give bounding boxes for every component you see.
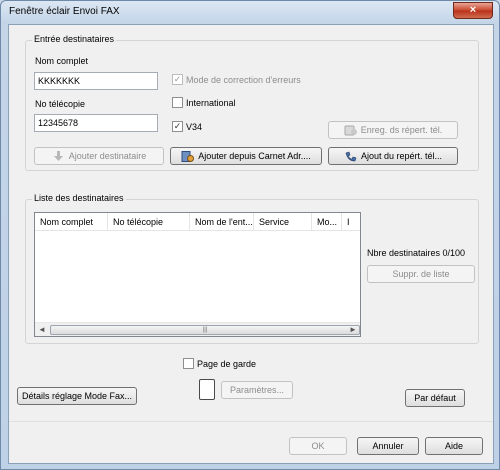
international-checkbox[interactable]: International [172,97,236,108]
ecm-label: Mode de correction d'erreurs [186,74,301,85]
close-icon: × [469,4,477,16]
window-title: Fenêtre éclair Envoi FAX [9,6,120,17]
dialog-body: Entrée destinataires Nom complet No télé… [8,24,494,464]
delete-from-list-button[interactable]: Suppr. de liste [367,265,475,283]
phonebook-icon [344,151,357,162]
international-label: International [186,97,236,108]
register-phonebook-button[interactable]: Enreg. ds répert. tél. [328,121,458,139]
name-input[interactable] [34,72,158,90]
default-button[interactable]: Par défaut [405,389,465,407]
add-destination-button[interactable]: Ajouter destinataire [34,147,164,165]
v34-check-icon: ✓ [172,121,183,132]
add-from-addressbook-button[interactable]: Ajouter depuis Carnet Adr.... [170,147,322,165]
column-international[interactable]: I [342,213,360,231]
address-book-icon [181,150,195,162]
fax-popup-window: Fenêtre éclair Envoi FAX × Entrée destin… [0,0,500,470]
cancel-button[interactable]: Annuler [357,437,419,455]
close-button[interactable]: × [453,2,493,19]
scroll-right-icon[interactable]: ► [346,323,360,337]
phonebook-save-icon [344,125,357,136]
ecm-checkbox[interactable]: ✓ Mode de correction d'erreurs [172,74,301,85]
fax-mode-details-button[interactable]: Détails réglage Mode Fax... [17,387,137,405]
name-label: Nom complet [35,56,89,66]
cover-settings-button[interactable]: Paramètres... [221,381,293,399]
v34-label: V34 [186,121,203,132]
list-header: Nom complet No télécopie Nom de l'ent...… [35,213,360,231]
cover-page-checkbox[interactable]: Page de garde [183,358,256,369]
destination-list-title: Liste des destinataires [32,193,126,203]
destination-list[interactable]: Nom complet No télécopie Nom de l'ent...… [34,212,361,337]
scroll-thumb[interactable]: ||| [50,325,360,335]
column-company[interactable]: Nom de l'ent... [190,213,254,231]
destination-entry-title: Entrée destinataires [32,34,117,44]
international-check-icon [172,97,183,108]
horizontal-scrollbar[interactable]: ◄ ||| ► [35,322,360,336]
add-from-phonebook-button[interactable]: Ajout du repért. tél... [328,147,458,165]
page-icon [199,379,215,400]
help-button[interactable]: Aide [425,437,483,455]
column-fax-number[interactable]: No télécopie [108,213,190,231]
destination-count: Nbre destinataires 0/100 [367,248,466,258]
down-arrow-icon [52,150,65,162]
scroll-grip-icon: ||| [202,327,208,333]
fax-number-label: No télécopie [35,99,86,109]
column-department[interactable]: Service [254,213,312,231]
fax-number-input[interactable] [34,114,158,132]
column-name[interactable]: Nom complet [35,213,108,231]
scroll-left-icon[interactable]: ◄ [35,323,49,337]
title-bar: Fenêtre éclair Envoi FAX × [1,1,499,23]
ok-button[interactable]: OK [289,437,347,455]
footer-separator [9,421,493,422]
destination-entry-group: Entrée destinataires Nom complet No télé… [25,34,479,171]
column-mode[interactable]: Mo... [312,213,342,231]
destination-list-group: Liste des destinataires Nom complet No t… [25,193,479,344]
ecm-check-icon: ✓ [172,74,183,85]
cover-page-label: Page de garde [197,358,257,369]
v34-checkbox[interactable]: ✓ V34 [172,121,202,132]
cover-page-check-icon [183,358,194,369]
